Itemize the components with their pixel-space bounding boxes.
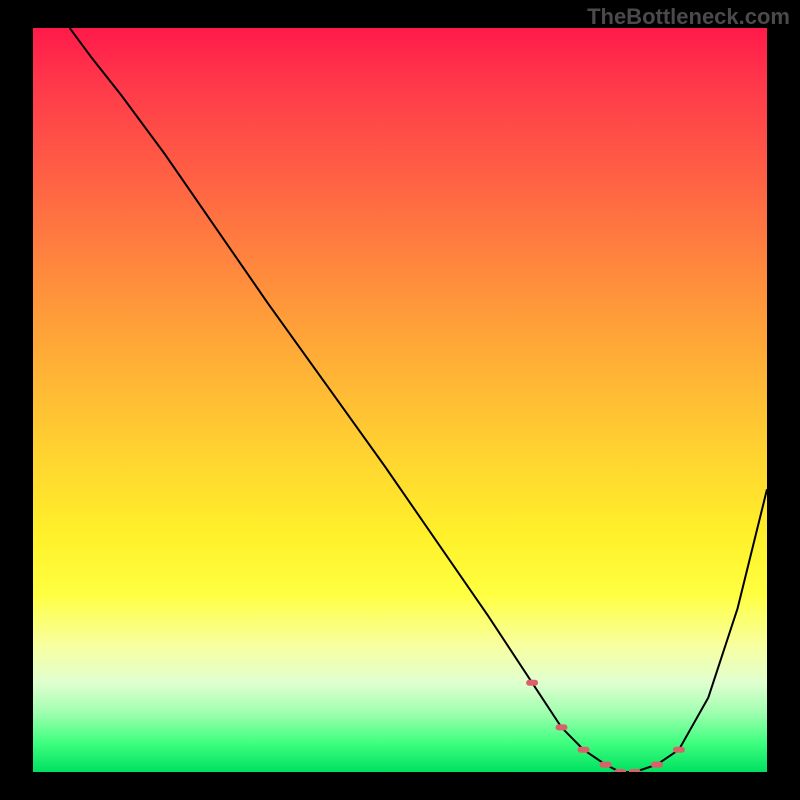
valley-marker	[673, 747, 685, 753]
bottleneck-curve	[70, 28, 767, 772]
valley-marker	[600, 762, 612, 768]
valley-marker	[614, 769, 626, 772]
valley-marker	[629, 769, 641, 772]
valley-marker	[556, 724, 568, 730]
valley-marker	[578, 747, 590, 753]
watermark-text: TheBottleneck.com	[587, 4, 790, 30]
valley-markers-group	[526, 680, 685, 772]
valley-marker	[651, 762, 663, 768]
valley-marker	[526, 680, 538, 686]
chart-plot-area	[33, 28, 767, 772]
chart-svg	[33, 28, 767, 772]
